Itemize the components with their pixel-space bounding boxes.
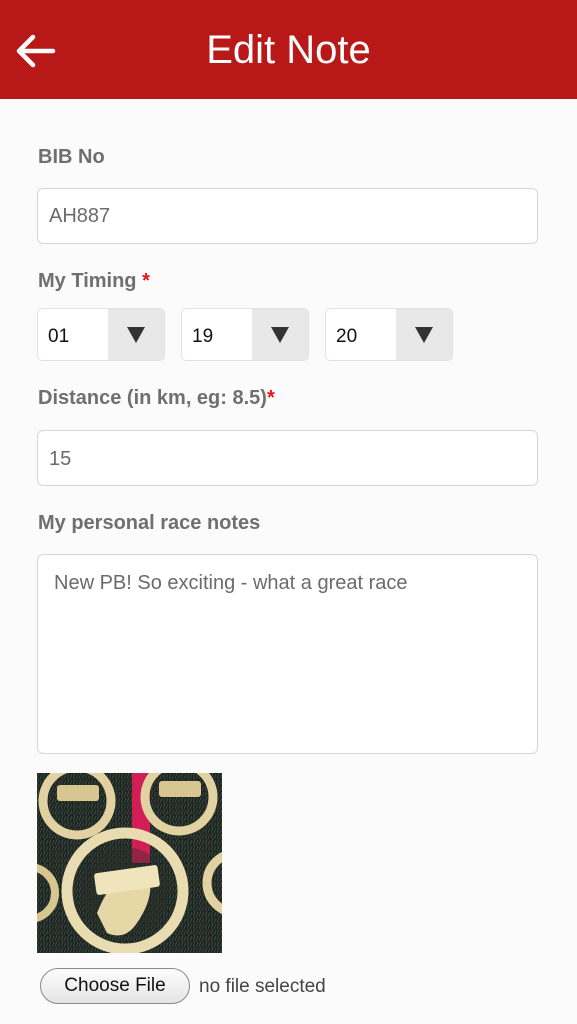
triangle-down-icon <box>271 326 289 343</box>
notes-label: My personal race notes <box>38 512 261 534</box>
required-mark: * <box>142 270 150 292</box>
page-title: Edit Note <box>206 28 371 72</box>
notes-value: New PB! So exciting - what a great race <box>54 572 408 594</box>
distance-label-text: Distance (in km, eg: 8.5) <box>38 387 267 409</box>
seconds-value: 20 <box>336 326 358 347</box>
choose-file-button[interactable]: Choose File <box>40 968 190 1004</box>
distance-label: Distance (in km, eg: 8.5)* <box>38 387 275 410</box>
file-status: no file selected <box>199 976 326 997</box>
notes-textarea[interactable]: New PB! So exciting - what a great race <box>37 554 538 754</box>
minutes-select[interactable]: 19 <box>181 308 309 361</box>
medals-image <box>37 773 222 953</box>
timing-label-text: My Timing <box>38 270 137 292</box>
triangle-down-icon <box>415 326 433 343</box>
hours-value: 01 <box>48 326 70 347</box>
bib-value: AH887 <box>49 205 111 227</box>
seconds-dropdown-arrow <box>396 309 452 360</box>
seconds-select[interactable]: 20 <box>325 308 453 361</box>
minutes-value: 19 <box>192 326 214 347</box>
minutes-dropdown-arrow <box>252 309 308 360</box>
timing-label: My Timing * <box>38 270 150 293</box>
app-header: Edit Note <box>0 0 577 99</box>
bib-input[interactable]: AH887 <box>37 188 538 244</box>
triangle-down-icon <box>127 326 145 343</box>
hours-dropdown-arrow <box>108 309 164 360</box>
bib-label: BIB No <box>38 146 105 168</box>
hours-select[interactable]: 01 <box>37 308 165 361</box>
distance-value: 15 <box>49 448 72 470</box>
race-photo <box>37 773 222 953</box>
distance-input[interactable]: 15 <box>37 430 538 486</box>
required-mark: * <box>266 387 275 409</box>
